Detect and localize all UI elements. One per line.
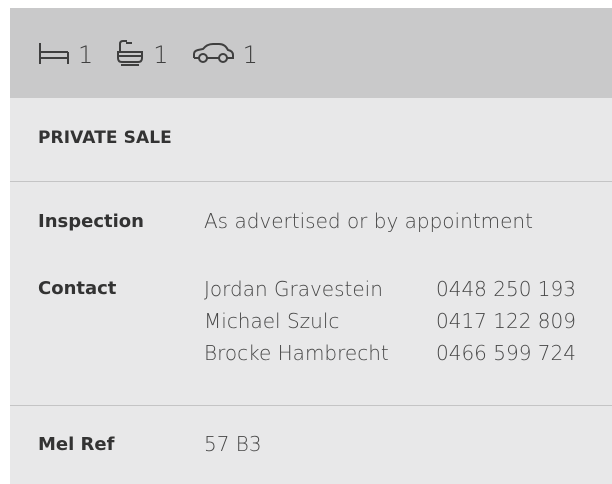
- inspection-row: Inspection As advertised or by appointme…: [10, 182, 612, 267]
- contact-row: Contact Jordan Gravestein 0448 250 193 M…: [10, 267, 612, 406]
- bath-icon: [115, 40, 145, 66]
- bedrooms-count: 1: [78, 41, 94, 69]
- bedrooms-feature: 1: [38, 41, 94, 69]
- contact-item: Jordan Gravestein 0448 250 193: [204, 273, 576, 305]
- mel-ref-value: 57 B3: [204, 432, 262, 456]
- contact-list: Jordan Gravestein 0448 250 193 Michael S…: [204, 273, 576, 369]
- mel-ref-label: Mel Ref: [38, 434, 115, 455]
- property-features-bar: 1 1 1: [10, 8, 612, 98]
- contact-item: Brocke Hambrecht 0466 599 724: [204, 337, 576, 369]
- contact-name[interactable]: Michael Szulc: [204, 309, 436, 333]
- property-details-card: 1 1 1 PRIVATE SALE Inspection As adverti…: [10, 8, 612, 484]
- contact-label: Contact: [38, 278, 117, 299]
- bed-icon: [38, 41, 70, 65]
- contact-name[interactable]: Jordan Gravestein: [204, 277, 436, 301]
- bathrooms-feature: 1: [115, 40, 169, 69]
- inspection-label: Inspection: [38, 211, 144, 232]
- parking-count: 1: [242, 41, 258, 69]
- car-icon: [191, 42, 235, 64]
- mel-ref-row: Mel Ref 57 B3: [10, 406, 612, 482]
- contact-phone[interactable]: 0417 122 809: [436, 309, 576, 333]
- contact-phone[interactable]: 0448 250 193: [436, 277, 576, 301]
- contact-item: Michael Szulc 0417 122 809: [204, 305, 576, 337]
- inspection-value: As advertised or by appointment: [204, 209, 533, 233]
- contact-name[interactable]: Brocke Hambrecht: [204, 341, 436, 365]
- bathrooms-count: 1: [153, 41, 169, 69]
- parking-feature: 1: [191, 41, 258, 69]
- sale-type: PRIVATE SALE: [10, 98, 612, 182]
- contact-phone[interactable]: 0466 599 724: [436, 341, 576, 365]
